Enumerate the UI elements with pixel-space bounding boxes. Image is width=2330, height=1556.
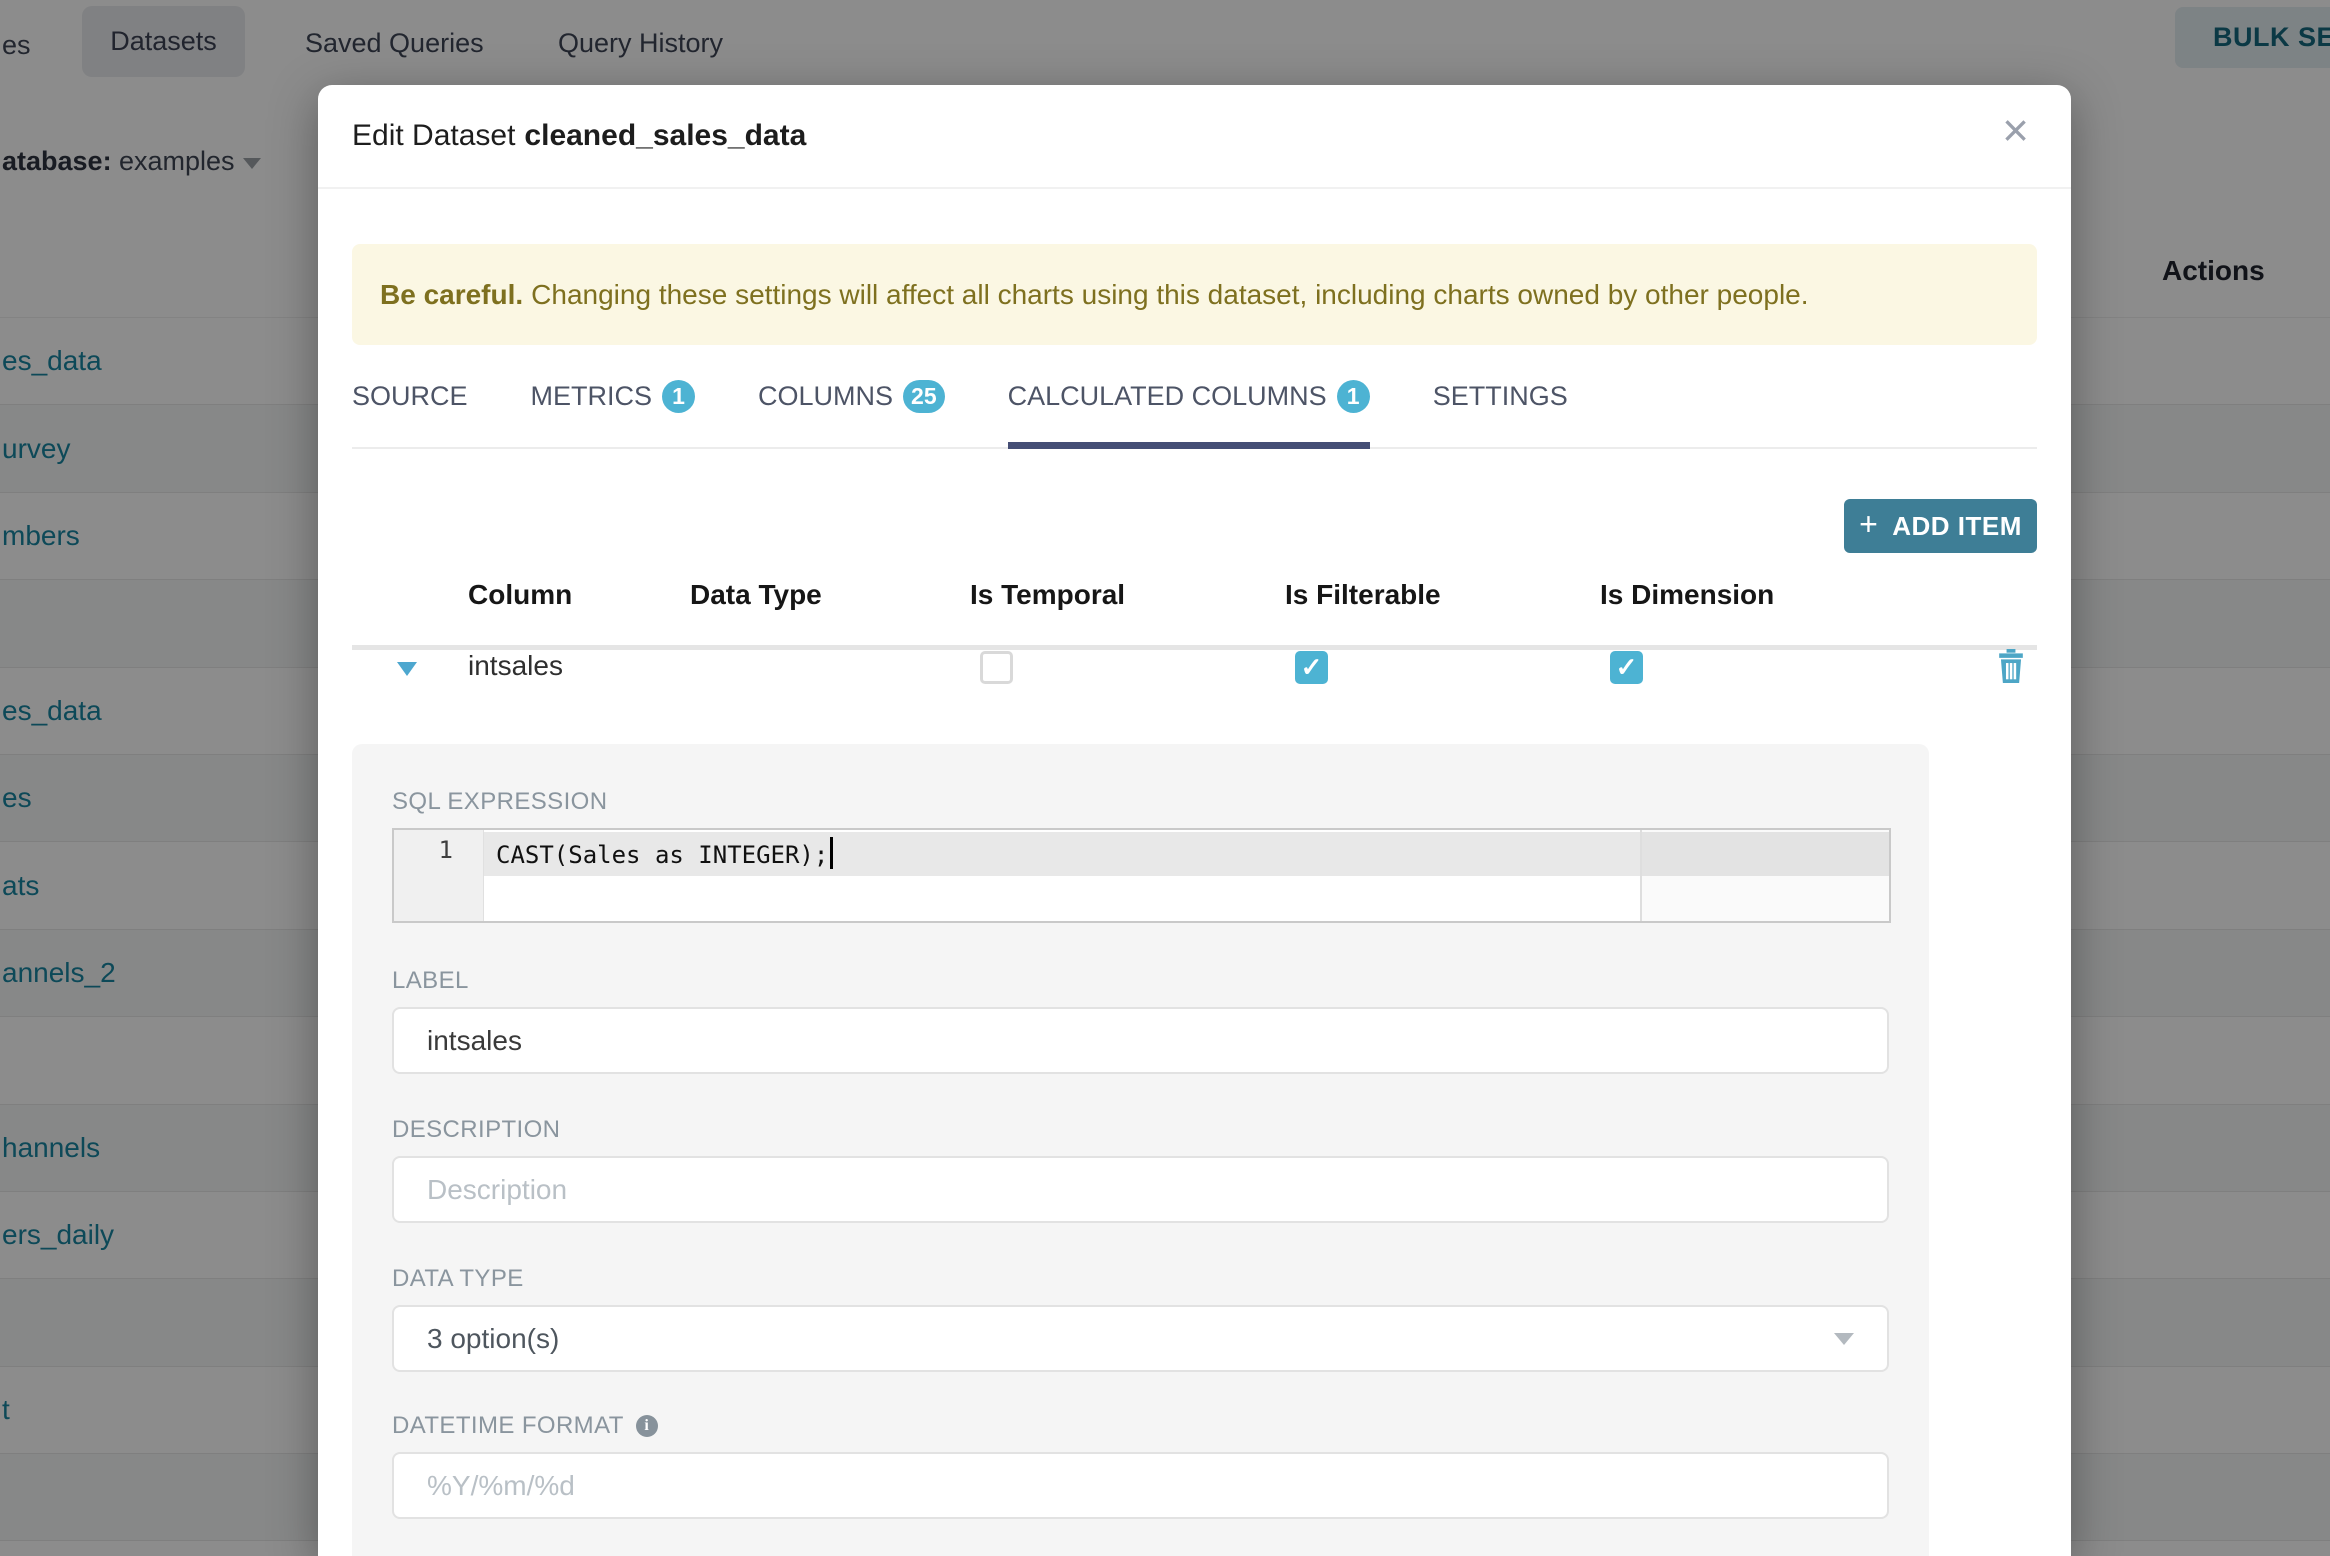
tab-settings[interactable]: SETTINGS <box>1433 378 1568 447</box>
line-number: 1 <box>438 836 453 864</box>
sql-editor[interactable]: 1 CAST(Sales as INTEGER); <box>392 828 1891 923</box>
is-dimension-checkbox[interactable] <box>1610 651 1643 684</box>
tab-label: SETTINGS <box>1432 381 1568 411</box>
editor-print-margin-line <box>1640 830 1642 921</box>
warning-text: Changing these settings will affect all … <box>531 278 1809 310</box>
expand-caret-icon[interactable] <box>397 662 417 676</box>
warning-banner: Be careful. Changing these settings will… <box>352 244 2037 345</box>
data-type-field-label: DATA TYPE <box>392 1265 524 1292</box>
add-item-button[interactable]: + ADD ITEM <box>1844 499 2037 553</box>
header-column: Column <box>468 579 573 610</box>
is-temporal-checkbox[interactable] <box>980 651 1013 684</box>
calculated-column-detail-panel: SQL EXPRESSION 1 CAST(Sales as INTEGER);… <box>352 744 1929 1556</box>
column-name: intsales <box>468 650 563 681</box>
datetime-format-field-label: DATETIME FORMAT i <box>392 1412 1889 1440</box>
datetime-format-input[interactable] <box>392 1452 1889 1519</box>
header-is-filterable: Is Filterable <box>1285 579 1441 610</box>
tab-badge: 1 <box>662 380 696 413</box>
description-field-label: DESCRIPTION <box>392 1116 561 1143</box>
editor-gutter: 1 <box>394 830 484 921</box>
tab-label: METRICS <box>530 381 653 411</box>
modal-title-dataset-name: cleaned_sales_data <box>524 119 807 152</box>
sql-code-text: CAST(Sales as INTEGER); <box>496 841 829 869</box>
header-is-dimension: Is Dimension <box>1600 579 1775 610</box>
tab-badge: 1 <box>1336 380 1370 413</box>
header-data-type: Data Type <box>690 579 822 610</box>
close-icon[interactable]: × <box>2002 107 2029 153</box>
tab-badge: 25 <box>903 380 945 413</box>
warning-bold-text: Be careful. <box>380 278 524 310</box>
tab-columns[interactable]: COLUMNS 25 <box>758 378 945 447</box>
is-filterable-checkbox[interactable] <box>1295 651 1328 684</box>
sql-expression-label: SQL EXPRESSION <box>392 788 608 815</box>
modal-tabs: SOURCE METRICS 1 COLUMNS 25 CALCULATED C… <box>352 378 2037 449</box>
plus-icon: + <box>1859 506 1879 542</box>
calculated-columns-table: Column Data Type Is Temporal Is Filterab… <box>352 579 2037 699</box>
tab-source[interactable]: SOURCE <box>352 378 468 447</box>
description-input[interactable] <box>392 1156 1889 1223</box>
tab-label: SOURCE <box>352 381 468 411</box>
label-input[interactable] <box>392 1007 1889 1074</box>
tab-calculated-columns[interactable]: CALCULATED COLUMNS 1 <box>1007 378 1370 449</box>
text-cursor <box>830 837 834 869</box>
sql-code[interactable]: CAST(Sales as INTEGER); <box>496 837 834 869</box>
screen: es Datasets Saved Queries Query History … <box>0 0 2330 1556</box>
chevron-down-icon <box>1834 1332 1854 1345</box>
info-icon[interactable]: i <box>635 1415 658 1437</box>
label-field-label: LABEL <box>392 967 469 994</box>
edit-dataset-modal: Edit Dataset cleaned_sales_data × Be car… <box>318 85 2071 1556</box>
modal-header: Edit Dataset cleaned_sales_data <box>318 85 2071 189</box>
tab-label: COLUMNS <box>758 381 894 411</box>
modal-title: Edit Dataset <box>352 119 516 152</box>
tab-metrics[interactable]: METRICS 1 <box>531 378 696 447</box>
data-type-select[interactable]: 3 option(s) <box>392 1305 1889 1372</box>
header-divider <box>352 645 2037 650</box>
datetime-format-label-text: DATETIME FORMAT <box>392 1412 624 1439</box>
add-item-row: + ADD ITEM <box>352 499 2037 553</box>
delete-icon[interactable] <box>1996 649 2026 688</box>
add-item-label: ADD ITEM <box>1892 510 2022 541</box>
data-type-value: 3 option(s) <box>427 1322 560 1354</box>
modal-body: Be careful. Changing these settings will… <box>318 244 2071 1556</box>
header-is-temporal: Is Temporal <box>970 579 1126 610</box>
editor-print-margin-area <box>1642 830 1889 921</box>
tab-label: CALCULATED COLUMNS <box>1007 381 1327 411</box>
